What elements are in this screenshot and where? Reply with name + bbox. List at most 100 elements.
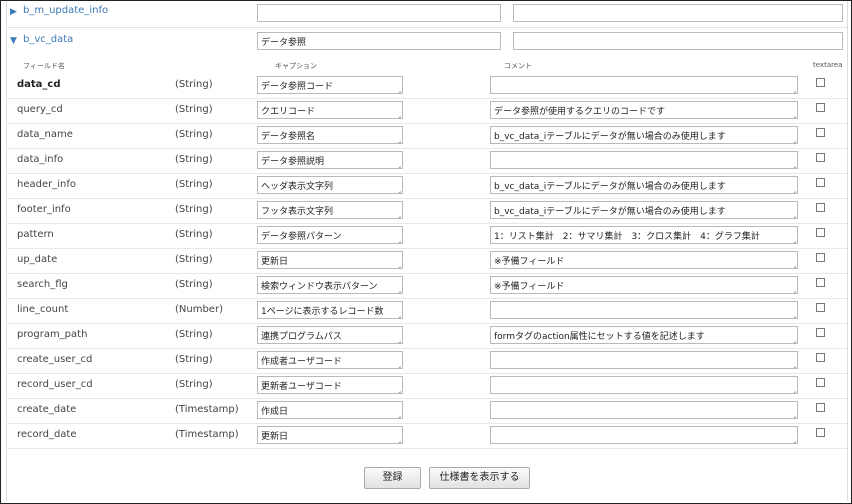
resize-grip-icon[interactable] — [790, 111, 796, 117]
textarea-checkbox[interactable] — [816, 328, 825, 337]
resize-grip-icon[interactable] — [790, 361, 796, 367]
resize-grip-icon[interactable] — [395, 411, 401, 417]
caption-input[interactable]: 連携プログラムパス — [257, 326, 403, 344]
textarea-checkbox[interactable] — [816, 103, 825, 112]
textarea-checkbox[interactable] — [816, 278, 825, 287]
collapse-triangle-icon[interactable]: ▼ — [10, 36, 17, 46]
resize-grip-icon[interactable] — [790, 411, 796, 417]
textarea-checkbox[interactable] — [816, 353, 825, 362]
resize-grip-icon[interactable] — [395, 211, 401, 217]
resize-grip-icon[interactable] — [395, 386, 401, 392]
caption-input[interactable]: 更新者ユーザコード — [257, 376, 403, 394]
comment-textarea[interactable]: b_vc_data_iテーブルにデータが無い場合のみ使用します — [490, 201, 798, 219]
resize-grip-icon[interactable] — [790, 311, 796, 317]
textarea-checkbox[interactable] — [816, 303, 825, 312]
textarea-checkbox[interactable] — [816, 228, 825, 237]
resize-grip-icon[interactable] — [395, 186, 401, 192]
section-title[interactable]: b_m_update_info — [23, 5, 108, 16]
caption-value: 作成者ユーザコード — [261, 357, 342, 367]
comment-textarea[interactable] — [490, 76, 798, 94]
section-caption-input[interactable] — [257, 4, 501, 22]
textarea-checkbox[interactable] — [816, 128, 825, 137]
comment-value: b_vc_data_iテーブルにデータが無い場合のみ使用します — [494, 132, 726, 142]
resize-grip-icon[interactable] — [395, 261, 401, 267]
textarea-checkbox[interactable] — [816, 203, 825, 212]
resize-grip-icon[interactable] — [395, 436, 401, 442]
resize-grip-icon[interactable] — [790, 336, 796, 342]
caption-input[interactable]: フッタ表示文字列 — [257, 201, 403, 219]
resize-grip-icon[interactable] — [790, 386, 796, 392]
caption-value: 連携プログラムパス — [261, 332, 342, 342]
comment-textarea[interactable] — [490, 301, 798, 319]
section-caption-input[interactable]: データ参照 — [257, 32, 501, 50]
resize-grip-icon[interactable] — [790, 136, 796, 142]
resize-grip-icon[interactable] — [790, 211, 796, 217]
resize-grip-icon[interactable] — [395, 136, 401, 142]
comment-textarea[interactable]: b_vc_data_iテーブルにデータが無い場合のみ使用します — [490, 176, 798, 194]
resize-grip-icon[interactable] — [395, 311, 401, 317]
resize-grip-icon[interactable] — [395, 86, 401, 92]
comment-textarea[interactable]: ※予備フィールド — [490, 276, 798, 294]
resize-grip-icon[interactable] — [790, 161, 796, 167]
comment-textarea[interactable] — [490, 151, 798, 169]
table-row: program_path (String) 連携プログラムパス formタグのacti… — [7, 323, 847, 349]
caption-input[interactable]: 更新日 — [257, 426, 403, 444]
caption-input[interactable]: データ参照名 — [257, 126, 403, 144]
caption-input[interactable]: 更新日 — [257, 251, 403, 269]
caption-input[interactable]: ヘッダ表示文字列 — [257, 176, 403, 194]
resize-grip-icon[interactable] — [395, 336, 401, 342]
caption-value: フッタ表示文字列 — [261, 207, 334, 217]
table-row: data_name (String) データ参照名 b_vc_data_iテーブルにデ… — [7, 123, 847, 149]
comment-textarea[interactable]: b_vc_data_iテーブルにデータが無い場合のみ使用します — [490, 126, 798, 144]
field-name: data_name — [17, 129, 73, 140]
caption-value: 1ページに表示するレコード数 — [261, 307, 384, 317]
textarea-checkbox[interactable] — [816, 153, 825, 162]
resize-grip-icon[interactable] — [395, 236, 401, 242]
section-comment-textarea[interactable] — [513, 32, 843, 50]
table-row: line_count (Number) 1ページに表示するレコード数 — [7, 298, 847, 324]
field-type: (String) — [175, 179, 213, 190]
resize-grip-icon[interactable] — [395, 111, 401, 117]
comment-textarea[interactable]: formタグのaction属性にセットする値を記述します — [490, 326, 798, 344]
resize-grip-icon[interactable] — [395, 161, 401, 167]
resize-grip-icon[interactable] — [790, 436, 796, 442]
caption-input[interactable]: データ参照コード — [257, 76, 403, 94]
comment-value: 1：リスト集計 2：サマリ集計 3：クロス集計 4：グラフ集計 — [494, 232, 760, 242]
textarea-checkbox[interactable] — [816, 78, 825, 87]
field-name: record_user_cd — [17, 379, 93, 390]
caption-input[interactable]: データ参照パターン — [257, 226, 403, 244]
comment-textarea[interactable] — [490, 401, 798, 419]
caption-input[interactable]: データ参照説明 — [257, 151, 403, 169]
caption-input[interactable]: 検索ウィンドウ表示パターン — [257, 276, 403, 294]
comment-textarea[interactable]: 1：リスト集計 2：サマリ集計 3：クロス集計 4：グラフ集計 — [490, 226, 798, 244]
resize-grip-icon[interactable] — [790, 236, 796, 242]
expand-triangle-icon[interactable]: ▶ — [10, 7, 17, 17]
caption-input[interactable]: クエリコード — [257, 101, 403, 119]
caption-input[interactable]: 1ページに表示するレコード数 — [257, 301, 403, 319]
field-type: (String) — [175, 254, 213, 265]
comment-textarea[interactable]: データ参照が使用するクエリのコードです — [490, 101, 798, 119]
textarea-checkbox[interactable] — [816, 253, 825, 262]
comment-textarea[interactable] — [490, 426, 798, 444]
caption-input[interactable]: 作成者ユーザコード — [257, 351, 403, 369]
resize-grip-icon[interactable] — [790, 261, 796, 267]
textarea-checkbox[interactable] — [816, 428, 825, 437]
resize-grip-icon[interactable] — [790, 86, 796, 92]
show-spec-button[interactable]: 仕様書を表示する — [429, 467, 530, 489]
comment-textarea[interactable] — [490, 351, 798, 369]
resize-grip-icon[interactable] — [395, 361, 401, 367]
comment-textarea[interactable]: ※予備フィールド — [490, 251, 798, 269]
caption-value: 検索ウィンドウ表示パターン — [261, 282, 378, 292]
field-type: (String) — [175, 229, 213, 240]
textarea-checkbox[interactable] — [816, 378, 825, 387]
register-button[interactable]: 登録 — [364, 467, 421, 489]
caption-input[interactable]: 作成日 — [257, 401, 403, 419]
section-title[interactable]: b_vc_data — [23, 34, 73, 45]
resize-grip-icon[interactable] — [790, 286, 796, 292]
resize-grip-icon[interactable] — [395, 286, 401, 292]
textarea-checkbox[interactable] — [816, 178, 825, 187]
comment-textarea[interactable] — [490, 376, 798, 394]
section-comment-textarea[interactable] — [513, 4, 843, 22]
resize-grip-icon[interactable] — [790, 186, 796, 192]
textarea-checkbox[interactable] — [816, 403, 825, 412]
